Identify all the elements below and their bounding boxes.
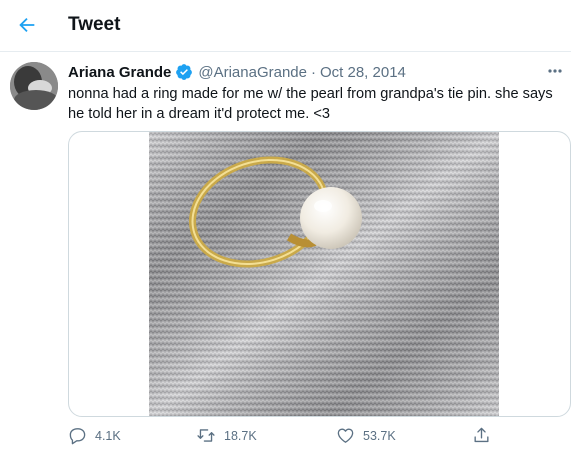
- arrow-left-icon: [19, 17, 35, 33]
- reply-count: 4.1K: [95, 428, 121, 443]
- avatar[interactable]: [10, 62, 58, 110]
- reply-icon: [69, 428, 86, 445]
- share-icon: [474, 427, 489, 443]
- author-name[interactable]: Ariana Grande: [68, 64, 171, 81]
- tweet-media-card[interactable]: [68, 131, 571, 417]
- verified-badge-icon: [175, 63, 193, 81]
- reply-button[interactable]: 4.1K: [68, 426, 121, 445]
- tweet-date[interactable]: Oct 28, 2014: [320, 64, 406, 81]
- meta-separator: ·: [311, 63, 316, 81]
- retweet-icon: [197, 429, 215, 442]
- share-button[interactable]: [472, 426, 491, 445]
- page-header: Tweet: [0, 0, 571, 52]
- heart-icon: [337, 428, 354, 443]
- tweet-text: nonna had a ring made for me w/ the pear…: [68, 86, 553, 122]
- photo-pearl-ring: [149, 132, 499, 416]
- retweet-button[interactable]: 18.7K: [196, 426, 257, 445]
- like-count: 53.7K: [363, 428, 396, 443]
- tweet-actions: 4.1K 18.7K 53.7K: [68, 426, 498, 448]
- more-options-button[interactable]: [545, 62, 565, 80]
- more-options-icon: [548, 69, 562, 73]
- retweet-count: 18.7K: [224, 428, 257, 443]
- like-button[interactable]: 53.7K: [336, 426, 396, 445]
- author-handle[interactable]: @ArianaGrande: [198, 64, 307, 81]
- avatar-image: [10, 62, 58, 110]
- page-title: Tweet: [68, 14, 121, 35]
- tweet-author-row: Ariana Grande @ArianaGrande · Oct 28, 20…: [68, 62, 406, 82]
- back-button[interactable]: [10, 8, 44, 42]
